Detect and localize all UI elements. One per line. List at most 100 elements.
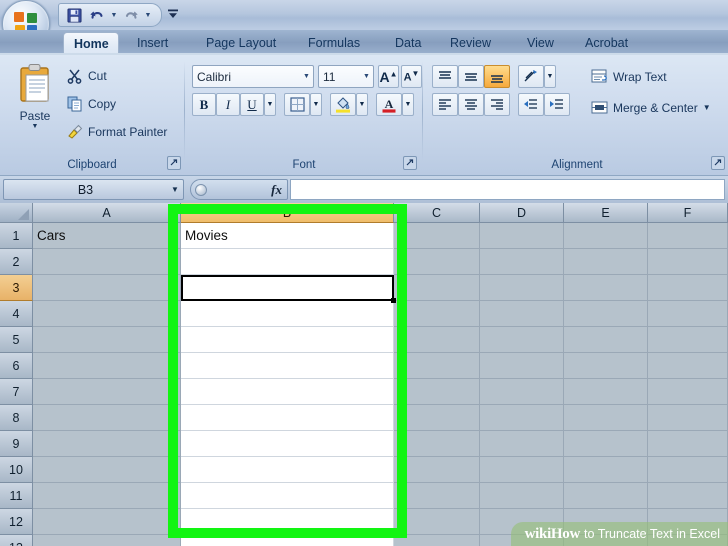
cell-B6[interactable] (181, 353, 394, 379)
cell-C1[interactable] (394, 223, 480, 249)
cell-F1[interactable] (648, 223, 728, 249)
cell-C2[interactable] (394, 249, 480, 275)
cell-D9[interactable] (480, 431, 564, 457)
copy-button[interactable]: Copy (64, 95, 119, 113)
cell-D5[interactable] (480, 327, 564, 353)
row-header-4[interactable]: 4 (0, 301, 33, 327)
cell-A6[interactable] (33, 353, 181, 379)
grow-font-button[interactable]: A▲ (378, 65, 399, 88)
increase-indent-button[interactable] (544, 93, 570, 116)
tab-page-layout[interactable]: Page Layout (196, 32, 286, 55)
row-header-8[interactable]: 8 (0, 405, 33, 431)
orientation-dropdown-icon[interactable]: ▼ (544, 65, 556, 88)
redo-icon[interactable] (121, 6, 141, 24)
column-header-d[interactable]: D (480, 203, 564, 223)
cell-D10[interactable] (480, 457, 564, 483)
orientation-button[interactable] (518, 65, 544, 88)
cell-C5[interactable] (394, 327, 480, 353)
cell-B11[interactable] (181, 483, 394, 509)
cell-C4[interactable] (394, 301, 480, 327)
cell-D6[interactable] (480, 353, 564, 379)
cell-A2[interactable] (33, 249, 181, 275)
cell-E7[interactable] (564, 379, 648, 405)
cell-B8[interactable] (181, 405, 394, 431)
cell-F10[interactable] (648, 457, 728, 483)
select-all-button[interactable] (0, 203, 33, 223)
cell-A5[interactable] (33, 327, 181, 353)
save-icon[interactable] (64, 6, 84, 24)
cell-E3[interactable] (564, 275, 648, 301)
row-header-12[interactable]: 12 (0, 509, 33, 535)
italic-button[interactable]: I (216, 93, 240, 116)
cell-B9[interactable] (181, 431, 394, 457)
row-header-2[interactable]: 2 (0, 249, 33, 275)
cut-button[interactable]: Cut (64, 67, 110, 85)
cell-D4[interactable] (480, 301, 564, 327)
cell-A8[interactable] (33, 405, 181, 431)
font-size-combo[interactable]: 11 ▼ (318, 65, 374, 88)
cell-E2[interactable] (564, 249, 648, 275)
cell-D11[interactable] (480, 483, 564, 509)
name-box[interactable]: B3 ▼ (3, 179, 184, 200)
cell-A9[interactable] (33, 431, 181, 457)
cell-B5[interactable] (181, 327, 394, 353)
cell-C11[interactable] (394, 483, 480, 509)
cell-B3[interactable] (181, 275, 394, 301)
clipboard-dialog-launcher[interactable] (167, 156, 181, 170)
cell-E6[interactable] (564, 353, 648, 379)
wrap-text-button[interactable]: Wrap Text (588, 68, 670, 85)
decrease-indent-button[interactable] (518, 93, 544, 116)
cell-E9[interactable] (564, 431, 648, 457)
cell-D8[interactable] (480, 405, 564, 431)
cell-E11[interactable] (564, 483, 648, 509)
cell-C10[interactable] (394, 457, 480, 483)
row-header-7[interactable]: 7 (0, 379, 33, 405)
undo-dropdown-icon[interactable]: ▼ (110, 6, 118, 24)
cell-D3[interactable] (480, 275, 564, 301)
cell-B1[interactable]: Movies (181, 223, 394, 249)
cell-B7[interactable] (181, 379, 394, 405)
borders-dropdown-icon[interactable]: ▼ (310, 93, 322, 116)
column-header-f[interactable]: F (648, 203, 728, 223)
cell-C9[interactable] (394, 431, 480, 457)
shrink-font-button[interactable]: A▼ (401, 65, 422, 88)
cell-B10[interactable] (181, 457, 394, 483)
column-header-b[interactable]: B (181, 203, 394, 223)
chevron-down-icon[interactable]: ▼ (167, 185, 183, 194)
column-header-c[interactable]: C (394, 203, 480, 223)
cell-F6[interactable] (648, 353, 728, 379)
formula-input[interactable] (290, 179, 725, 200)
cell-A4[interactable] (33, 301, 181, 327)
row-header-5[interactable]: 5 (0, 327, 33, 353)
underline-dropdown-icon[interactable]: ▼ (264, 93, 276, 116)
tab-insert[interactable]: Insert (127, 32, 178, 55)
borders-button[interactable] (284, 93, 310, 116)
cell-E4[interactable] (564, 301, 648, 327)
cell-E1[interactable] (564, 223, 648, 249)
undo-icon[interactable] (87, 6, 107, 24)
cell-F9[interactable] (648, 431, 728, 457)
font-color-dropdown-icon[interactable]: ▼ (402, 93, 414, 116)
row-header-3[interactable]: 3 (0, 275, 33, 301)
tab-acrobat[interactable]: Acrobat (575, 32, 638, 55)
align-right-button[interactable] (484, 93, 510, 116)
insert-function-area[interactable]: fx (190, 179, 288, 200)
underline-button[interactable]: U (240, 93, 264, 116)
center-button[interactable] (458, 93, 484, 116)
cell-C7[interactable] (394, 379, 480, 405)
cell-A1[interactable]: Cars (33, 223, 181, 249)
cell-C12[interactable] (394, 509, 480, 535)
cell-C6[interactable] (394, 353, 480, 379)
column-header-e[interactable]: E (564, 203, 648, 223)
row-header-13[interactable]: 13 (0, 535, 33, 546)
format-painter-button[interactable]: Format Painter (64, 123, 170, 141)
cell-A13[interactable] (33, 535, 181, 546)
customize-quick-access-icon[interactable] (165, 5, 181, 23)
cell-F7[interactable] (648, 379, 728, 405)
cell-A7[interactable] (33, 379, 181, 405)
font-dialog-launcher[interactable] (403, 156, 417, 170)
cell-D1[interactable] (480, 223, 564, 249)
cell-B2[interactable] (181, 249, 394, 275)
align-left-button[interactable] (432, 93, 458, 116)
fill-color-dropdown-icon[interactable]: ▼ (356, 93, 368, 116)
